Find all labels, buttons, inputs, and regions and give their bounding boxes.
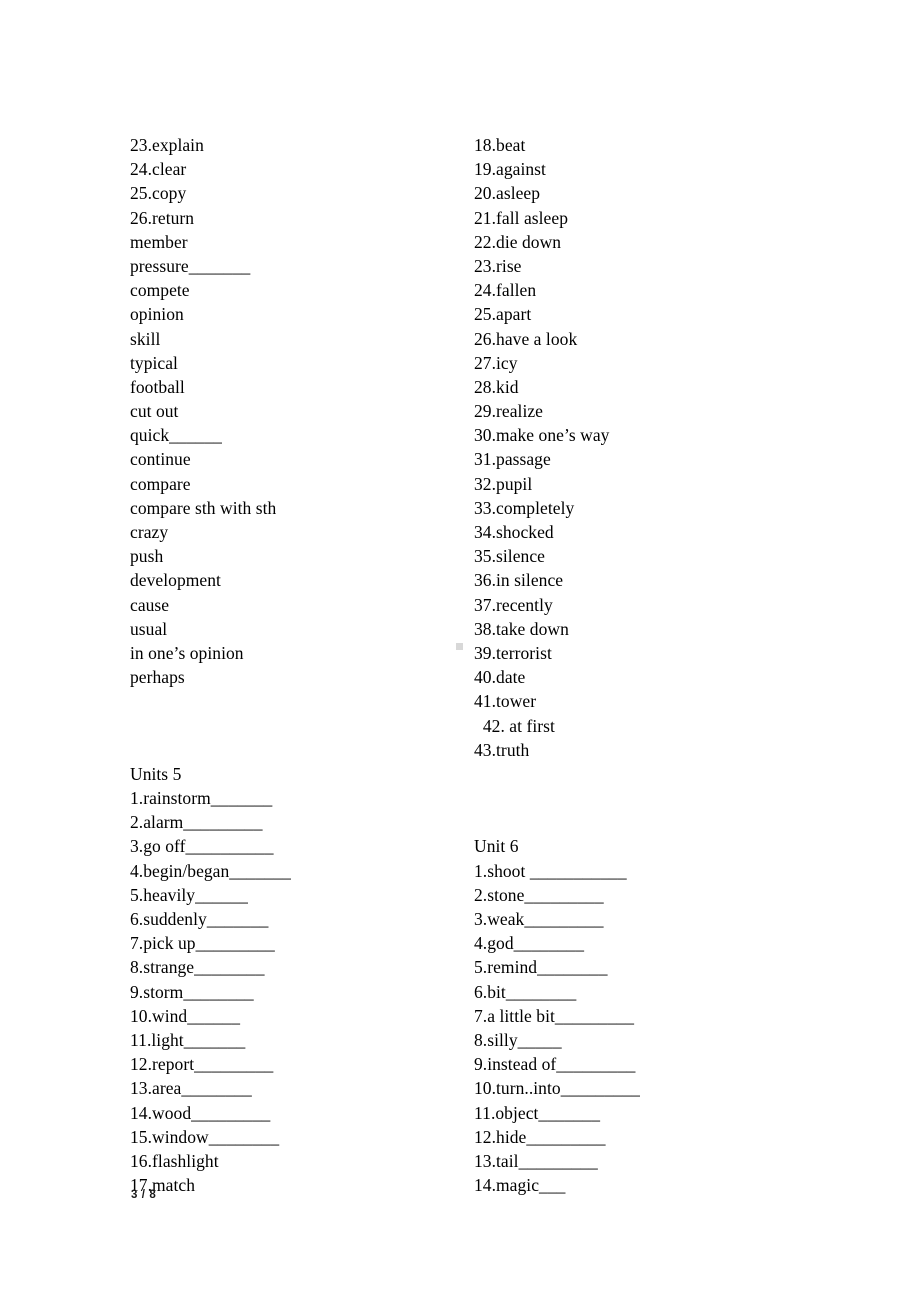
vocabulary-line: 8.silly_____ xyxy=(474,1029,562,1050)
vocabulary-line: 9.storm________ xyxy=(130,981,254,1002)
vocabulary-line: 40.date xyxy=(474,667,526,688)
spacer-line xyxy=(130,738,460,762)
vocabulary-line: 25.copy xyxy=(130,183,187,204)
vocabulary-line: quick______ xyxy=(130,425,222,446)
vocabulary-line: 21.fall asleep xyxy=(474,207,568,228)
vocabulary-line: 32.pupil xyxy=(474,473,533,494)
vocabulary-line: 4.god________ xyxy=(474,933,585,954)
vocabulary-line: 22.die down xyxy=(474,231,562,252)
vocabulary-line: 2.alarm_________ xyxy=(130,812,263,833)
vocabulary-line: 29.realize xyxy=(474,401,543,422)
vocabulary-line: perhaps xyxy=(130,667,185,688)
vocabulary-line: usual xyxy=(130,618,168,639)
vocabulary-line: 2.stone_________ xyxy=(474,884,604,905)
vocabulary-line: 5.heavily______ xyxy=(130,884,248,905)
vocabulary-line: 23.rise xyxy=(474,255,522,276)
spacer-line xyxy=(130,689,460,713)
vocabulary-line: 9.instead of_________ xyxy=(474,1054,636,1075)
page-number-footer: 3 / 8 xyxy=(131,1189,157,1201)
vocabulary-line: 11.object_______ xyxy=(474,1102,601,1123)
vocabulary-line: 30.make one’s way xyxy=(474,425,610,446)
vocabulary-line: 7.a little bit_________ xyxy=(474,1005,635,1026)
vocabulary-line: 28.kid xyxy=(474,376,519,397)
vocabulary-line: football xyxy=(130,376,185,397)
vocabulary-line: cut out xyxy=(130,401,179,422)
document-page: 23.explain 24.clear 25.copy 26.return member… xyxy=(0,0,920,1302)
spacer-line xyxy=(474,762,834,786)
vocabulary-line: 1.shoot ___________ xyxy=(474,860,627,881)
vocabulary-line: 12.report_________ xyxy=(130,1054,274,1075)
vocabulary-line: 8.strange________ xyxy=(130,957,265,978)
vocabulary-line: 4.begin/began_______ xyxy=(130,860,291,881)
vocabulary-line: 23.explain xyxy=(130,135,204,155)
vocabulary-line: 35.silence xyxy=(474,546,545,567)
vocabulary-line: 31.passage xyxy=(474,449,551,470)
vocabulary-line: pressure_______ xyxy=(130,255,251,276)
vocabulary-line: 14.magic___ xyxy=(474,1175,566,1196)
vocabulary-line: in one’s opinion xyxy=(130,642,244,663)
vocabulary-line: 34.shocked xyxy=(474,522,554,542)
vocabulary-line: compare xyxy=(130,473,191,494)
section-heading: Units 5 xyxy=(130,763,182,784)
vocabulary-line: compete xyxy=(130,280,190,301)
left-text-column: 23.explain 24.clear 25.copy 26.return member… xyxy=(130,133,460,1197)
vocabulary-line: member xyxy=(130,231,188,252)
vocabulary-line: 6.suddenly_______ xyxy=(130,909,269,929)
vocabulary-line: 37.recently xyxy=(474,594,553,615)
vocabulary-line: 39.terrorist xyxy=(474,642,552,663)
vocabulary-line: 10.turn..into_________ xyxy=(474,1078,640,1099)
vocabulary-line: 6.bit________ xyxy=(474,981,577,1002)
vocabulary-line: 11.light_______ xyxy=(130,1029,246,1050)
vocabulary-line: 14.wood_________ xyxy=(130,1102,271,1123)
vocabulary-line: 18.beat xyxy=(474,135,526,155)
vocabulary-line: 13.tail_________ xyxy=(474,1150,598,1171)
vocabulary-line: 38.take down xyxy=(474,618,569,639)
vocabulary-line: skill xyxy=(130,328,161,349)
vocabulary-line: crazy xyxy=(130,522,169,542)
vocabulary-line: 42. at first xyxy=(474,715,555,736)
vocabulary-line: 43.truth xyxy=(474,739,530,760)
vocabulary-line: 1.rainstorm_______ xyxy=(130,788,273,809)
vocabulary-line: 41.tower xyxy=(474,691,537,712)
vocabulary-line: 13.area________ xyxy=(130,1078,252,1099)
scan-artifact-mark xyxy=(456,643,463,650)
vocabulary-line: 26.have a look xyxy=(474,328,578,349)
vocabulary-line: 3.weak_________ xyxy=(474,909,604,929)
vocabulary-line: 25.apart xyxy=(474,304,532,325)
vocabulary-line: 19.against xyxy=(474,159,546,180)
right-text-column: 18.beat 19.against 20.asleep 21.fall asleep… xyxy=(474,133,834,1197)
vocabulary-line: 10.wind______ xyxy=(130,1005,241,1026)
vocabulary-line: 33.completely xyxy=(474,497,575,518)
vocabulary-line: 17.match xyxy=(130,1175,196,1196)
vocabulary-line: opinion xyxy=(130,304,184,325)
vocabulary-line: 12.hide_________ xyxy=(474,1126,606,1147)
vocabulary-line: 36.in silence xyxy=(474,570,564,591)
section-heading: Unit 6 xyxy=(474,836,519,857)
vocabulary-line: 16.flashlight xyxy=(130,1150,219,1171)
vocabulary-line: 7.pick up_________ xyxy=(130,933,275,954)
vocabulary-line: compare sth with sth xyxy=(130,497,277,518)
vocabulary-line: 15.window________ xyxy=(130,1126,280,1147)
vocabulary-line: typical xyxy=(130,352,178,373)
vocabulary-line: 24.clear xyxy=(130,159,187,180)
vocabulary-line: development xyxy=(130,570,221,591)
vocabulary-line: 5.remind________ xyxy=(474,957,608,978)
spacer-line xyxy=(474,786,834,810)
vocabulary-line: 27.icy xyxy=(474,352,518,373)
vocabulary-line: cause xyxy=(130,594,170,615)
vocabulary-line: 3.go off__________ xyxy=(130,836,274,857)
spacer-line xyxy=(130,714,460,738)
vocabulary-line: push xyxy=(130,546,164,567)
vocabulary-line: continue xyxy=(130,449,191,470)
spacer-line xyxy=(474,810,834,834)
vocabulary-line: 20.asleep xyxy=(474,183,541,204)
vocabulary-line: 24.fallen xyxy=(474,280,537,301)
vocabulary-line: 26.return xyxy=(130,207,195,228)
